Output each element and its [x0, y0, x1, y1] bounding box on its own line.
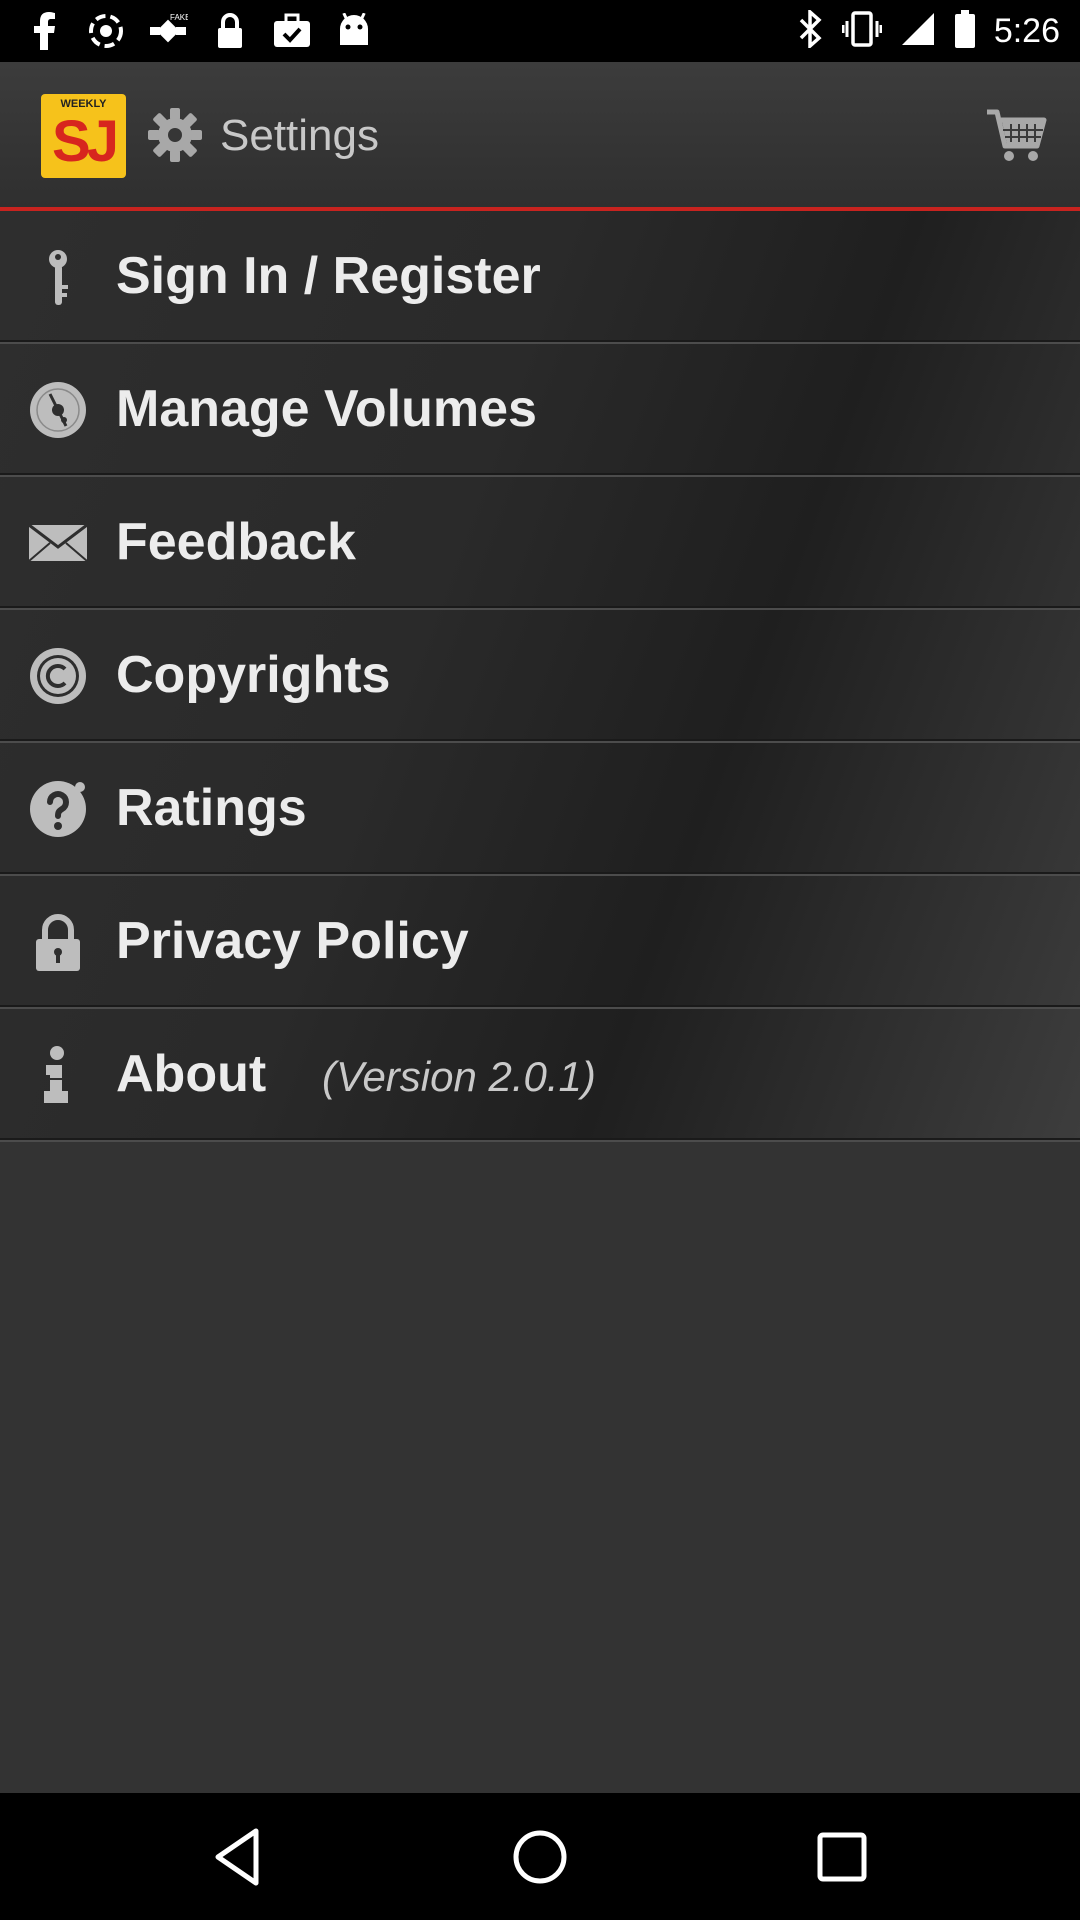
logo-sj-text: SJ [52, 109, 119, 174]
signal-icon [900, 11, 936, 52]
recents-button[interactable] [806, 1821, 878, 1893]
status-icons-left: FAKE [24, 10, 374, 52]
page-title: Settings [220, 111, 379, 160]
status-bar: FAKE 5:26 [0, 0, 1080, 62]
key-icon [28, 247, 88, 307]
android-icon [334, 11, 374, 51]
navigation-bar [0, 1793, 1080, 1920]
battery-icon [954, 9, 976, 53]
menu-item-privacy-policy[interactable]: Privacy Policy [0, 876, 1080, 1009]
menu-item-feedback[interactable]: Feedback [0, 477, 1080, 610]
facebook-icon [24, 11, 64, 51]
version-text: (Version 2.0.1) [322, 1053, 596, 1100]
briefcase-check-icon [272, 11, 312, 51]
app-logo[interactable]: WEEKLY SJ [41, 94, 126, 178]
menu-item-label: About [116, 1045, 267, 1103]
menu-item-copyrights[interactable]: Copyrights [0, 610, 1080, 743]
svg-text:FAKE: FAKE [170, 13, 188, 22]
sync-icon [86, 11, 126, 51]
info-icon [28, 1045, 88, 1105]
copyright-icon [28, 646, 88, 706]
status-icons-right: 5:26 [798, 7, 1060, 53]
envelope-icon [28, 513, 88, 573]
app-header: WEEKLY SJ Settings [0, 62, 1080, 211]
padlock-icon [28, 912, 88, 972]
fake-gps-icon: FAKE [148, 11, 188, 51]
home-button[interactable] [504, 1821, 576, 1893]
menu-item-ratings[interactable]: Ratings [0, 743, 1080, 876]
menu-item-manage-volumes[interactable]: Manage Volumes [0, 344, 1080, 477]
vibrate-icon [841, 10, 883, 53]
bluetooth-icon [798, 7, 824, 53]
question-icon [28, 779, 88, 839]
menu-item-about[interactable]: About (Version 2.0.1) [0, 1009, 1080, 1142]
status-time: 5:26 [993, 11, 1060, 50]
settings-menu: Sign In / Register Manage Volumes Feedba… [0, 211, 1080, 1142]
menu-item-label: Copyrights [116, 646, 391, 704]
menu-item-label: Manage Volumes [116, 380, 537, 438]
menu-item-label: Privacy Policy [116, 912, 469, 970]
menu-item-label: Ratings [116, 779, 307, 837]
screen: FAKE 5:26 WEEKLY SJ Settings Sign In / R… [0, 0, 1080, 1920]
shopping-cart-icon[interactable] [985, 108, 1047, 164]
menu-item-sign-in[interactable]: Sign In / Register [0, 211, 1080, 344]
menu-item-label: Sign In / Register [116, 247, 541, 305]
back-button[interactable] [202, 1821, 274, 1893]
gear-icon [146, 106, 204, 164]
lock-icon [210, 11, 250, 51]
disc-icon [28, 380, 88, 440]
menu-item-label: Feedback [116, 513, 356, 571]
